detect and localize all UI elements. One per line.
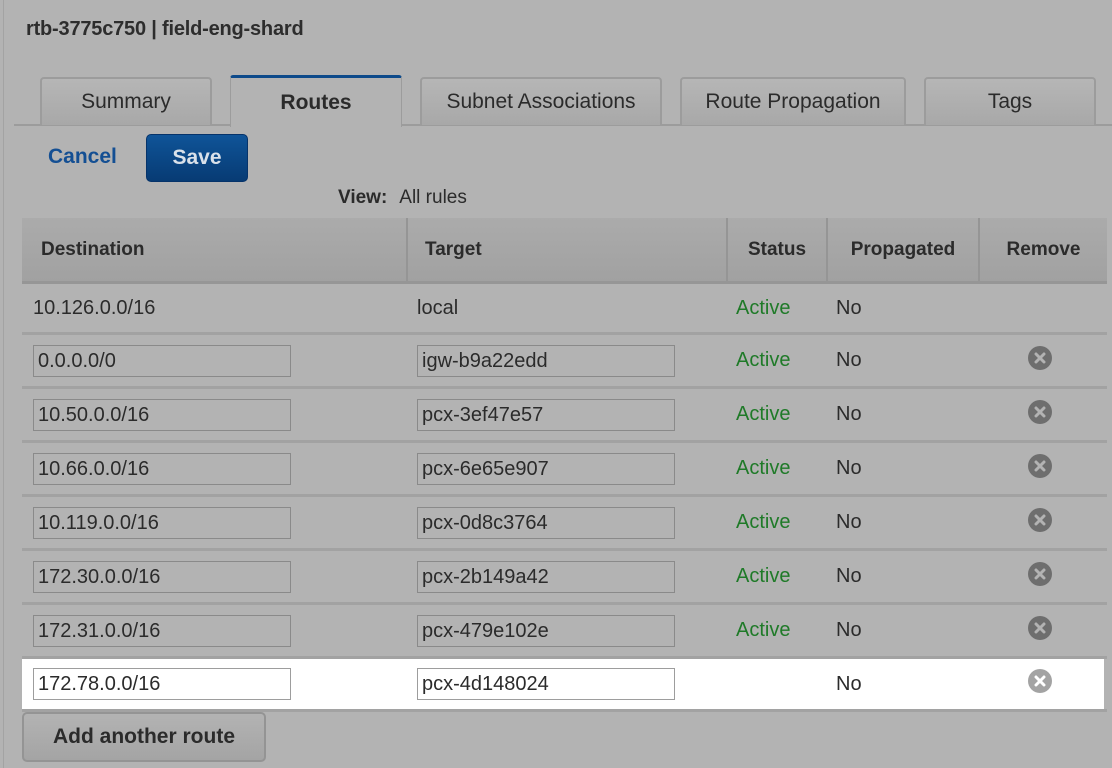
propagated-value: No [836,297,862,319]
propagated-value: No [836,673,862,695]
propagated-value: No [836,511,862,533]
table-header: Destination Target Status Propagated Rem… [22,218,1107,284]
destination-input[interactable] [33,453,291,485]
remove-route-icon[interactable] [1028,508,1052,532]
view-value[interactable]: All rules [399,187,467,208]
column-header-destination: Destination [41,238,145,260]
table-row: 10.126.0.0/16 local Active No [22,284,1107,335]
save-button[interactable]: Save [146,134,248,182]
view-filter: View: All rules [338,187,467,209]
destination-input[interactable] [33,668,291,700]
target-text: local [417,297,459,319]
target-input[interactable] [417,399,675,431]
table-row: Active No [22,443,1107,497]
target-input[interactable] [417,507,675,539]
propagated-value: No [836,349,862,371]
propagated-value: No [836,457,862,479]
propagated-value: No [836,565,862,587]
status-badge: Active [736,457,791,479]
target-input[interactable] [417,615,675,647]
propagated-value: No [836,403,862,425]
target-input[interactable] [417,668,675,700]
page-title: rtb-3775c750 | field-eng-shard [26,18,304,40]
tab-summary[interactable]: Summary [40,77,212,125]
destination-input[interactable] [33,615,291,647]
table-row: Active No [22,551,1107,605]
column-header-remove: Remove [978,218,1107,281]
status-badge: Active [736,297,791,319]
column-header-propagated: Propagated [826,218,978,281]
remove-route-icon[interactable] [1028,454,1052,478]
status-badge: Active [736,511,791,533]
status-badge: Active [736,565,791,587]
tab-routes[interactable]: Routes [230,75,402,127]
table-row: Active No [22,497,1107,551]
status-badge: Active [736,619,791,641]
destination-input[interactable] [33,399,291,431]
target-input[interactable] [417,453,675,485]
target-input[interactable] [417,345,675,377]
table-row-new-route: No [22,659,1104,709]
remove-route-icon[interactable] [1028,616,1052,640]
propagated-value: No [836,619,862,641]
remove-route-icon[interactable] [1028,669,1052,693]
routes-table: Destination Target Status Propagated Rem… [22,218,1107,712]
destination-text: 10.126.0.0/16 [33,297,156,319]
tab-subnet-associations[interactable]: Subnet Associations [420,77,662,125]
table-row: Active No [22,335,1107,389]
destination-input[interactable] [33,561,291,593]
status-badge: Active [736,403,791,425]
destination-input[interactable] [33,507,291,539]
add-another-route-button[interactable]: Add another route [22,712,266,762]
page-left-edge [0,0,4,768]
status-badge: Active [736,349,791,371]
table-row: Active No [22,389,1107,443]
view-label: View: [338,187,388,208]
remove-route-icon[interactable] [1028,346,1052,370]
tab-tags[interactable]: Tags [924,77,1096,125]
column-header-status: Status [726,218,826,281]
target-input[interactable] [417,561,675,593]
table-row: Active No [22,605,1107,659]
tab-bar: Summary Routes Subnet Associations Route… [14,75,1112,127]
cancel-button[interactable]: Cancel [48,145,117,169]
remove-route-icon[interactable] [1028,562,1052,586]
destination-input[interactable] [33,345,291,377]
column-header-target: Target [406,218,726,281]
tab-route-propagation[interactable]: Route Propagation [680,77,906,125]
remove-route-icon[interactable] [1028,400,1052,424]
